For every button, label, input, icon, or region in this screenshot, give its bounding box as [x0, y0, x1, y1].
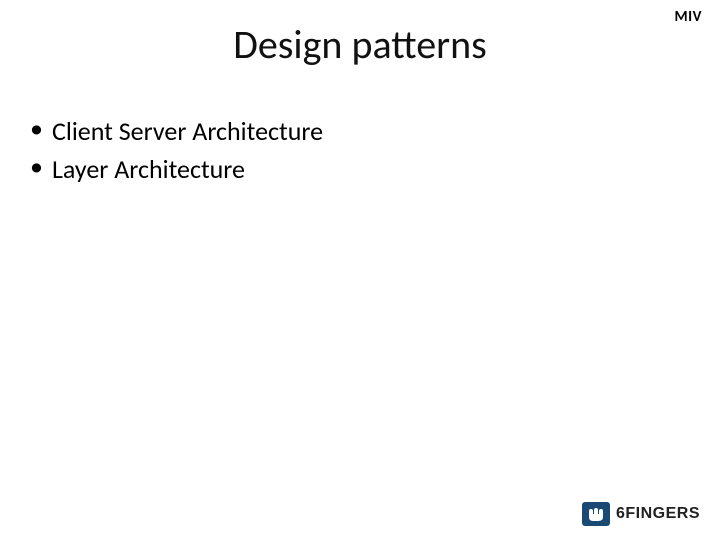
slide-title: Design patterns: [0, 20, 720, 69]
slide: MIV Design patterns Client Server Archit…: [0, 0, 720, 540]
hand-icon: [582, 502, 610, 526]
bullet-list: Client Server Architecture Layer Archite…: [30, 115, 323, 191]
list-item: Client Server Architecture: [30, 115, 323, 147]
list-item: Layer Architecture: [30, 153, 323, 185]
brand-text: 6FINGERS: [616, 505, 700, 523]
footer-logo: 6FINGERS: [582, 502, 700, 526]
